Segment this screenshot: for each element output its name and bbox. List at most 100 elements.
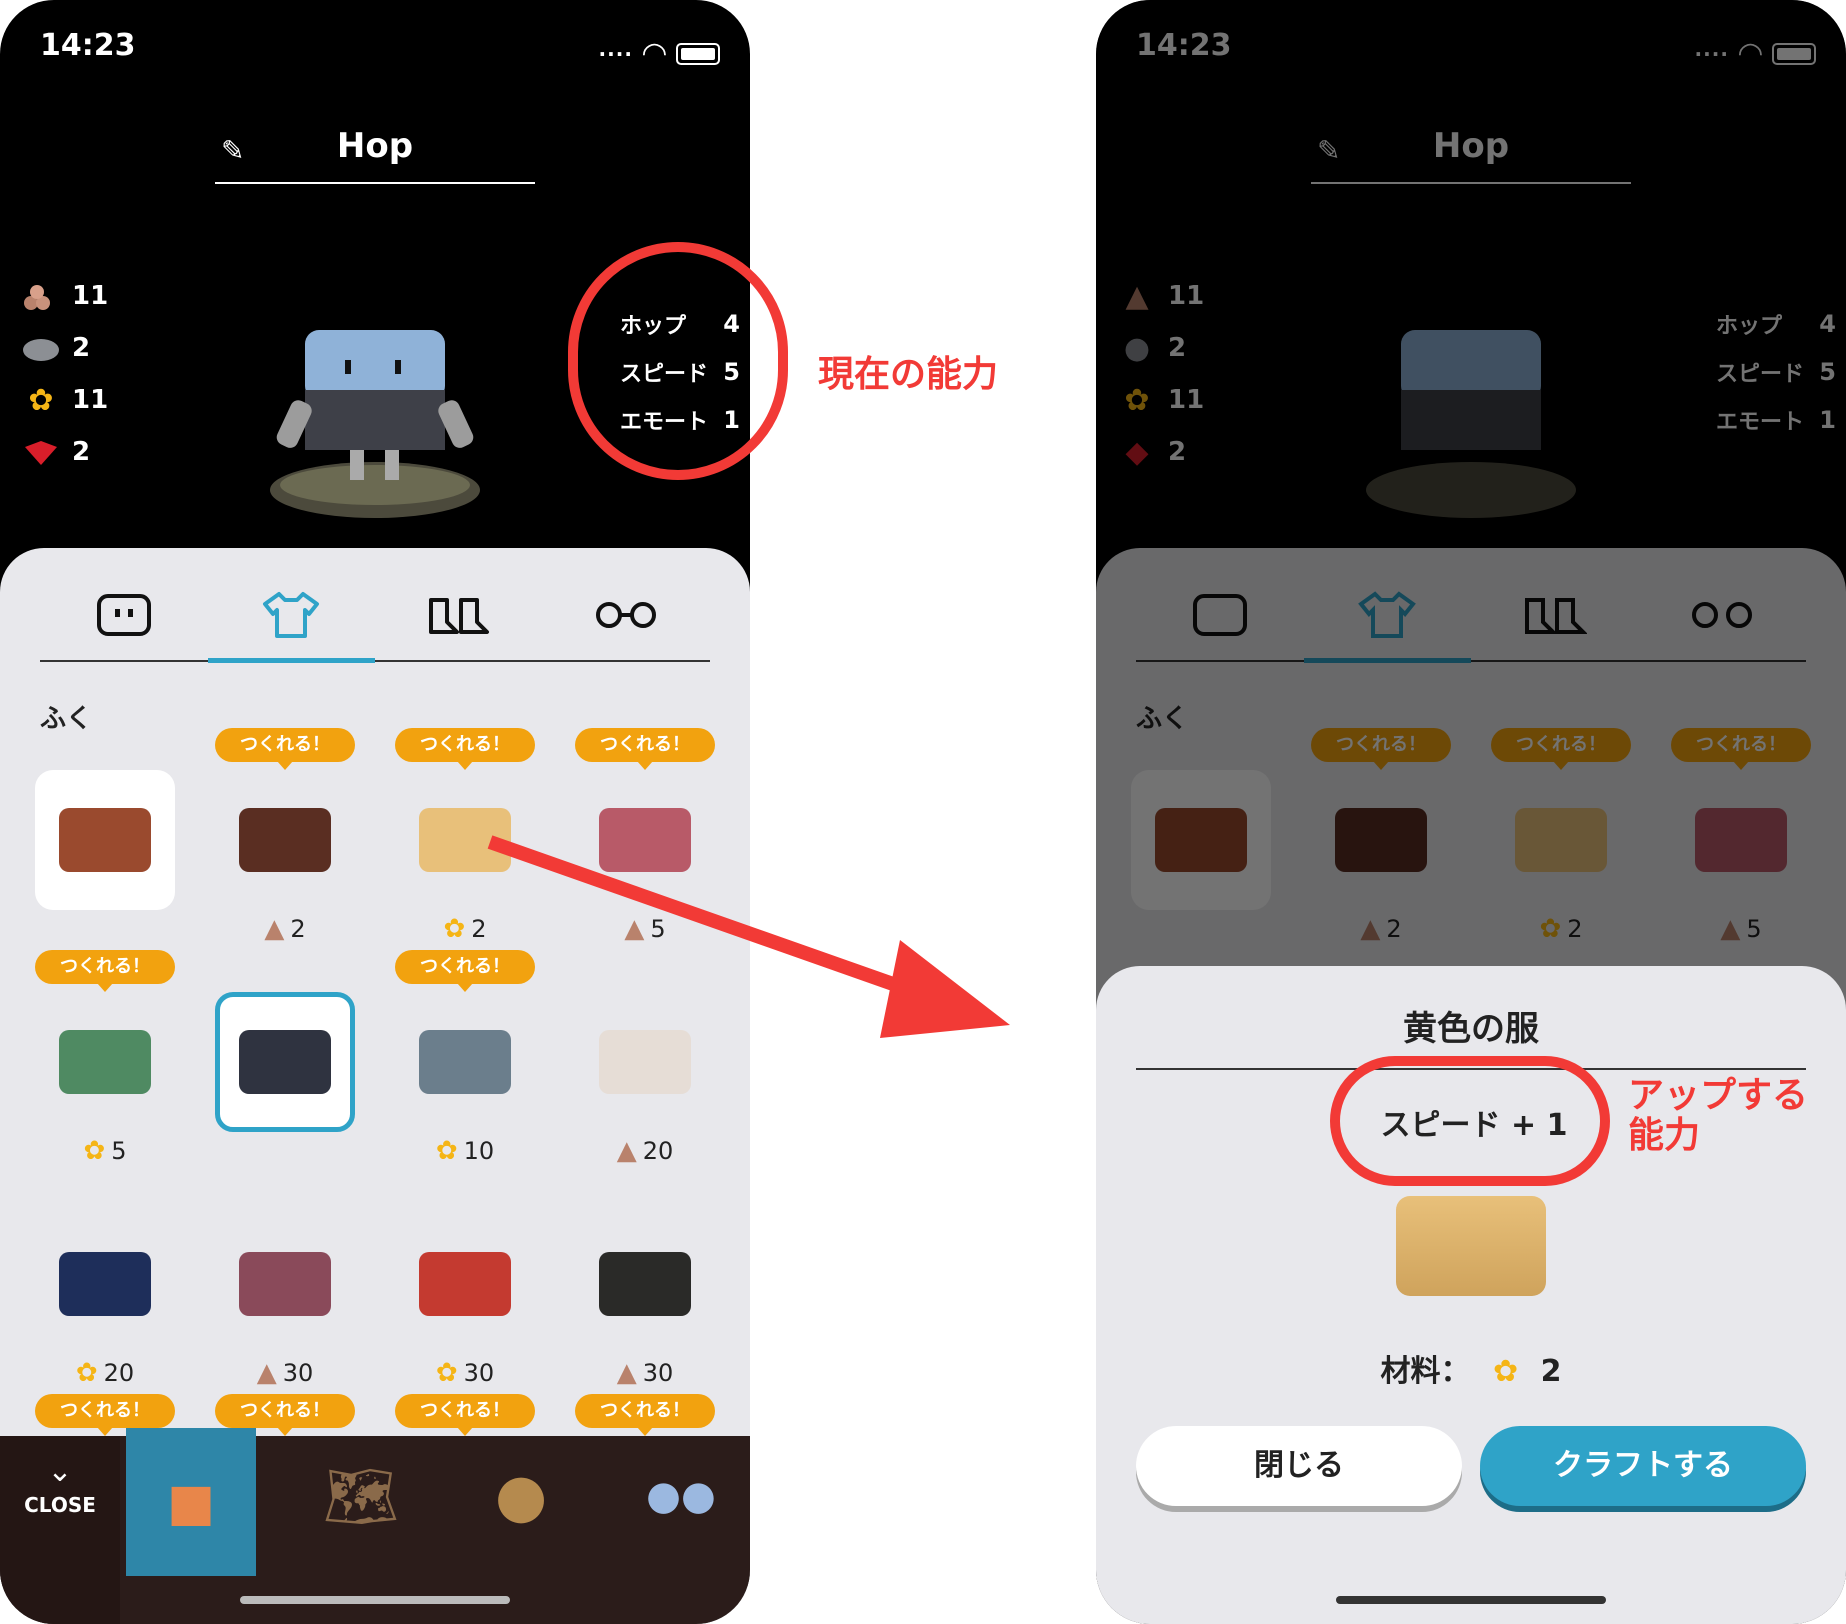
home-indicator [240, 1596, 510, 1604]
nav-character[interactable]: ◼ [126, 1428, 256, 1576]
clothes-item[interactable]: ▲ 30 [215, 1172, 355, 1388]
wood-icon: ▲ [616, 1136, 637, 1166]
wifi-icon: ◠ [642, 36, 666, 71]
tab-face[interactable] [40, 570, 208, 660]
clothes-item[interactable]: ✿ 20 [35, 1172, 175, 1388]
resource-count: 2 [72, 333, 91, 363]
resource-flower: ✿ 11 [20, 374, 108, 426]
nav-friends[interactable]: ●● [616, 1436, 746, 1556]
cost-value: 20 [642, 1137, 674, 1165]
shirt-swatch [239, 1252, 331, 1316]
tab-glasses[interactable] [543, 570, 711, 660]
resource-stone: 2 [20, 322, 108, 374]
cost-value: 30 [642, 1359, 674, 1387]
resource-wood: 11 [20, 270, 108, 322]
shirt-swatch [59, 1252, 151, 1316]
craftable-badge: つくれる！ [35, 950, 175, 992]
annotation-current-ability: 現在の能力 [818, 354, 999, 395]
arrow-icon [487, 835, 1010, 1038]
annotation-circle-ability [1330, 1056, 1610, 1186]
flower-icon: ✿ [435, 1358, 458, 1388]
item-cost: ✿ 20 [35, 1358, 175, 1388]
cost-value: 30 [282, 1359, 314, 1387]
craft-button[interactable]: クラフトする [1480, 1426, 1806, 1506]
shirt-swatch [599, 1252, 691, 1316]
face-icon [96, 594, 151, 636]
clothes-item[interactable]: ▲ 30 [575, 1172, 715, 1388]
chevron-down-icon: ⌄ [47, 1454, 73, 1489]
item-card[interactable] [35, 992, 175, 1132]
item-card[interactable] [215, 1214, 355, 1354]
clothes-item[interactable]: ✿ 30 [395, 1172, 535, 1388]
flower-icon: ✿ [435, 1136, 458, 1166]
item-cost: ▲ 20 [575, 1136, 715, 1166]
character-name-field[interactable]: ✎ Hop [215, 120, 535, 184]
shirt-swatch [239, 808, 331, 872]
item-card-selected[interactable] [215, 992, 355, 1132]
cost-value: 10 [463, 1137, 495, 1165]
item-card[interactable] [35, 770, 175, 910]
material-label: 材料： [1380, 1354, 1471, 1389]
wood-icon [20, 279, 62, 313]
item-cost: ▲ 30 [575, 1358, 715, 1388]
clothes-item[interactable] [35, 728, 175, 928]
wood-icon: ▲ [256, 1358, 277, 1388]
flower-icon: ✿ [28, 382, 54, 418]
shirt-preview [1396, 1196, 1546, 1296]
nav-bag[interactable]: ● [456, 1436, 586, 1556]
craftable-badge: つくれる！ [575, 1394, 715, 1436]
nav-map[interactable]: 🗺 [296, 1436, 426, 1556]
shirt-icon [263, 592, 320, 638]
status-time: 14:23 [40, 28, 136, 63]
clothes-item[interactable]: つくれる！ ✿ 5 [35, 950, 175, 1166]
craftable-badge: つくれる！ [35, 1394, 175, 1436]
item-card[interactable] [395, 1214, 535, 1354]
item-cost: ✿ 5 [35, 1136, 175, 1166]
craftable-badge: つくれる！ [215, 728, 355, 770]
status-bar: 14:23 ···· ◠ [40, 22, 720, 72]
item-cost: ▲ 30 [215, 1358, 355, 1388]
shirt-swatch [59, 1030, 151, 1094]
signal-icon: ···· [598, 41, 633, 66]
clothes-item[interactable]: つくれる！ ▲ 2 [215, 728, 355, 944]
tab-clothes[interactable] [207, 570, 376, 663]
resource-count: 2 [72, 437, 91, 467]
friends-icon: ●● [646, 1473, 716, 1519]
shirt-swatch [419, 1252, 511, 1316]
battery-icon [676, 42, 720, 65]
shirt-swatch [59, 808, 151, 872]
flower-icon: ✿ [1492, 1354, 1519, 1389]
gem-icon [20, 435, 62, 469]
close-sheet-button[interactable]: 閉じる [1136, 1426, 1462, 1506]
flower-icon: ✿ [75, 1358, 98, 1388]
category-tabs [40, 570, 711, 663]
cost-value: 2 [290, 915, 306, 943]
item-card[interactable] [575, 1214, 715, 1354]
wood-icon: ▲ [616, 1358, 637, 1388]
phone-screen-left: 14:23 ···· ◠ ✎ Hop 11 2 ✿ 11 2 ホップ 4 スピー… [0, 0, 750, 1624]
tab-shoes[interactable] [375, 570, 543, 660]
item-card[interactable] [215, 770, 355, 910]
cost-value: 5 [111, 1137, 127, 1165]
close-button[interactable]: ⌄ CLOSE [0, 1436, 120, 1624]
glasses-icon [596, 602, 657, 628]
annotation-up-ability: アップする 能力 [1628, 1075, 1809, 1156]
craftable-badge: つくれる！ [215, 1394, 355, 1436]
character-model[interactable] [245, 290, 505, 520]
resource-count: 11 [72, 281, 109, 311]
phone-screen-right: 14:23 ···· ◠ ✎ Hop ▲11 ●2 ✿11 ◆2 ホップ4 スピ… [1096, 0, 1846, 1624]
resource-list: 11 2 ✿ 11 2 [20, 270, 108, 478]
wood-icon: ▲ [264, 914, 285, 944]
stone-icon [20, 331, 62, 365]
map-icon: 🗺 [322, 1461, 400, 1532]
item-cost: ✿ 30 [395, 1358, 535, 1388]
craftable-badge: つくれる！ [395, 1394, 535, 1436]
cost-value: 30 [463, 1359, 495, 1387]
cost-value: 20 [103, 1359, 135, 1387]
flower-icon: ✿ [83, 1136, 106, 1166]
item-card[interactable] [35, 1214, 175, 1354]
character-icon: ◼ [166, 1467, 216, 1537]
material-count: 2 [1540, 1354, 1562, 1389]
clothes-item[interactable] [215, 950, 355, 1150]
bag-icon: ● [494, 1461, 548, 1531]
